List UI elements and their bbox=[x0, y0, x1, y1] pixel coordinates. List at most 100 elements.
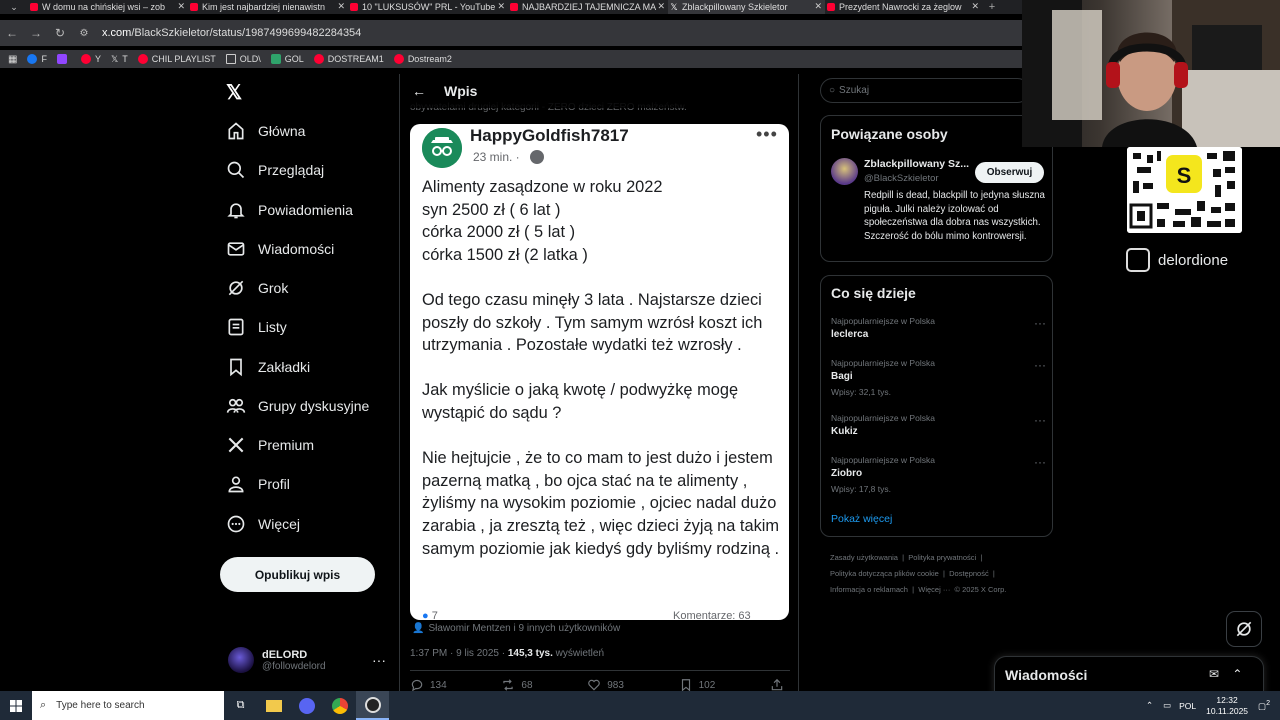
site-info-icon[interactable]: ⚙ bbox=[72, 28, 96, 39]
browser-tab[interactable]: Kim jest najbardziej nienawistn ✕ bbox=[188, 0, 348, 14]
url-field[interactable]: x.com/BlackSzkieletor/status/19874996994… bbox=[102, 27, 361, 39]
bookmark-item[interactable]: GOL bbox=[270, 54, 304, 64]
start-button[interactable] bbox=[0, 691, 32, 720]
chevron-up-icon[interactable]: ⌃ bbox=[1146, 700, 1153, 711]
nav-premium[interactable]: Premium bbox=[226, 430, 314, 460]
apps-grid-icon[interactable]: ▦ bbox=[8, 54, 17, 65]
footer-link[interactable]: Informacja o reklamach bbox=[830, 585, 908, 594]
bookmark-item[interactable]: Dostream2 bbox=[393, 54, 452, 64]
browser-tab[interactable]: Prezydent Nawrocki za żeglow ✕ bbox=[825, 0, 982, 14]
account-switcher[interactable]: dELORD @followdelord bbox=[228, 647, 326, 673]
more-dots-icon[interactable]: ··· bbox=[1034, 455, 1046, 469]
youtube-icon bbox=[80, 54, 91, 64]
trend-item[interactable]: Najpopularniejsze w Polska leclerca ··· bbox=[831, 316, 1046, 340]
back-arrow-icon[interactable]: ← bbox=[412, 83, 426, 99]
notification-icon[interactable]: ▢2 bbox=[1258, 699, 1270, 712]
file-explorer-button[interactable] bbox=[257, 691, 290, 720]
obs-button[interactable] bbox=[356, 691, 389, 720]
close-tab-icon[interactable]: ✕ bbox=[497, 1, 505, 12]
avatar[interactable] bbox=[831, 158, 858, 185]
task-view-button[interactable]: ⧉ bbox=[224, 691, 257, 720]
reaction-count: ● 7 bbox=[422, 610, 438, 620]
bookmark-item[interactable]: OLD\ bbox=[225, 54, 261, 64]
nav-explore[interactable]: Przeglądaj bbox=[226, 155, 324, 185]
browser-tab[interactable]: NAJBARDZIEJ TAJEMNICZA MA ✕ bbox=[508, 0, 668, 14]
close-tab-icon[interactable]: ✕ bbox=[814, 1, 822, 12]
show-more-link[interactable]: Pokaż więcej bbox=[831, 513, 892, 525]
post-button[interactable]: Opublikuj wpis bbox=[220, 557, 375, 592]
grok-button[interactable] bbox=[1226, 611, 1262, 647]
more-dots-icon[interactable]: ··· bbox=[372, 652, 386, 668]
more-dots-icon[interactable]: ··· bbox=[1034, 358, 1046, 372]
nav-messages[interactable]: Wiadomości bbox=[226, 234, 334, 264]
nav-communities[interactable]: Grupy dyskusyjne bbox=[226, 391, 369, 421]
mail-icon bbox=[227, 242, 245, 256]
bookmark-button[interactable]: 102 bbox=[679, 678, 715, 692]
nav-notifications[interactable]: Powiadomienia bbox=[226, 195, 353, 225]
nav-bookmarks[interactable]: Zakładki bbox=[226, 352, 310, 382]
new-tab-icon[interactable]: + bbox=[982, 1, 1002, 13]
post-image[interactable]: HappyGoldfish7817 23 min. · ••• Alimenty… bbox=[410, 124, 789, 620]
related-user-name[interactable]: Zblackpillowany Sz... bbox=[864, 158, 969, 170]
tab-search-icon[interactable]: ⌄ bbox=[0, 0, 28, 14]
bookmark-item[interactable]: DOSTREAM1 bbox=[313, 54, 384, 64]
bookmark-item[interactable]: 𝕏T bbox=[111, 54, 128, 65]
footer-link[interactable]: Polityka dotycząca plików cookie bbox=[830, 569, 939, 578]
expand-icon[interactable]: ⌃ bbox=[1232, 667, 1242, 681]
trend-item[interactable]: Najpopularniejsze w Polska Ziobro Wpisy:… bbox=[831, 455, 1046, 494]
forward-icon[interactable]: → bbox=[24, 26, 48, 40]
clock[interactable]: 12:32 10.11.2025 bbox=[1206, 695, 1248, 717]
new-message-icon[interactable]: ✉ bbox=[1209, 667, 1219, 681]
bookmark-item[interactable]: F bbox=[27, 54, 47, 64]
close-tab-icon[interactable]: ✕ bbox=[971, 1, 979, 12]
x-icon: 𝕏 bbox=[670, 2, 678, 12]
like-button[interactable]: 983 bbox=[587, 678, 624, 692]
post-body: Alimenty zasądzone w roku 2022 syn 2500 … bbox=[422, 178, 780, 558]
close-tab-icon[interactable]: ✕ bbox=[657, 1, 665, 12]
network-icon[interactable]: ▭ bbox=[1163, 700, 1171, 711]
discord-button[interactable] bbox=[290, 691, 323, 720]
reload-icon[interactable]: ↻ bbox=[48, 26, 72, 40]
more-dots-icon[interactable]: ··· bbox=[1034, 413, 1046, 427]
bookmark-item[interactable] bbox=[56, 54, 71, 64]
footer-link[interactable]: Zasady użytkowania bbox=[830, 553, 898, 562]
close-tab-icon[interactable]: ✕ bbox=[337, 1, 345, 12]
person-icon bbox=[228, 476, 244, 493]
browser-tab[interactable]: W domu na chińskiej wsi – zob ✕ bbox=[28, 0, 188, 14]
bookmark-icon bbox=[230, 358, 242, 377]
reply-button[interactable]: 134 bbox=[410, 678, 447, 692]
close-tab-icon[interactable]: ✕ bbox=[177, 1, 185, 12]
bookmark-item[interactable]: CHIL PLAYLIST bbox=[137, 54, 216, 64]
footer-link[interactable]: Więcej ··· bbox=[918, 585, 950, 594]
nav-lists[interactable]: Listy bbox=[226, 312, 287, 342]
follow-button[interactable]: Obserwuj bbox=[975, 162, 1044, 183]
repost-icon bbox=[503, 679, 514, 691]
search-input[interactable]: ○ Szukaj bbox=[820, 78, 1030, 103]
bell-icon bbox=[227, 203, 245, 219]
x-logo-icon[interactable]: 𝕏 bbox=[226, 80, 242, 105]
share-button[interactable] bbox=[770, 678, 790, 692]
more-dots-icon[interactable]: ··· bbox=[1034, 316, 1046, 330]
qr-code: S bbox=[1127, 147, 1242, 233]
repost-button[interactable]: 68 bbox=[501, 678, 533, 692]
bookmark-item[interactable]: Y bbox=[80, 54, 101, 64]
taskbar-search[interactable]: ⌕ Type here to search bbox=[32, 691, 224, 720]
messages-drawer[interactable]: Wiadomości ✉ ⌃ bbox=[994, 656, 1264, 696]
footer-links: Zasady użytkowania | Polityka prywatnośc… bbox=[830, 553, 1007, 594]
browser-tab[interactable]: 10 "LUKSUSÓW" PRL - YouTube ✕ bbox=[348, 0, 508, 14]
trend-item[interactable]: Najpopularniejsze w Polska Kukiz ··· bbox=[831, 413, 1046, 437]
footer-link[interactable]: Polityka prywatności bbox=[908, 553, 976, 562]
back-icon[interactable]: ← bbox=[0, 26, 24, 40]
x-icon: 𝕏 bbox=[110, 53, 119, 64]
language-indicator[interactable]: POL bbox=[1179, 701, 1196, 711]
nav-more[interactable]: Więcej bbox=[226, 509, 300, 539]
browser-tab-active[interactable]: 𝕏 Zblackpillowany Szkieletor ✕ bbox=[668, 0, 825, 14]
nav-home[interactable]: Główna bbox=[226, 116, 305, 146]
footer-link[interactable]: Dostępność bbox=[949, 569, 989, 578]
post-time: 23 min. · bbox=[473, 150, 520, 164]
trend-item[interactable]: Najpopularniejsze w Polska Bagi Wpisy: 3… bbox=[831, 358, 1046, 397]
nav-grok[interactable]: Grok bbox=[226, 273, 288, 303]
liked-by[interactable]: 👤 Sławomir Mentzen i 9 innych użytkownik… bbox=[412, 623, 620, 634]
chrome-button[interactable] bbox=[323, 691, 356, 720]
nav-profile[interactable]: Profil bbox=[226, 469, 290, 499]
